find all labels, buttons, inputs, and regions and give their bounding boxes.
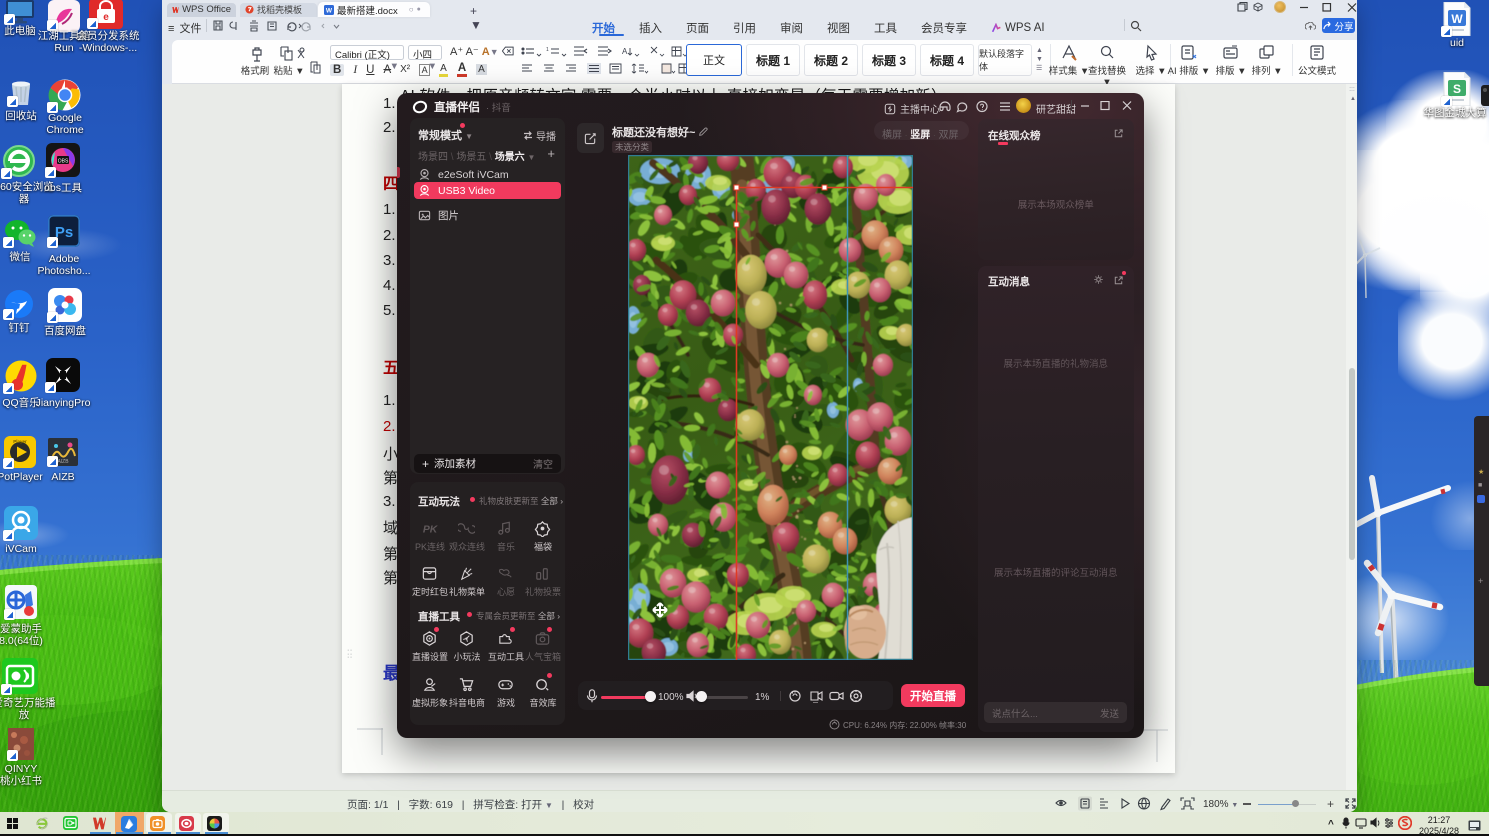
svg-text:W: W (326, 7, 333, 14)
svg-text:Player: Player (13, 439, 27, 444)
svg-text:AIZB: AIZB (57, 459, 69, 465)
svg-text:e: e (103, 12, 109, 23)
svg-text:PK: PK (423, 524, 438, 535)
svg-text:1: 1 (546, 47, 549, 53)
svg-text:OBS: OBS (58, 159, 69, 165)
svg-text:A: A (622, 47, 628, 56)
svg-text:S: S (1453, 82, 1461, 96)
svg-text:W: W (1451, 12, 1463, 26)
